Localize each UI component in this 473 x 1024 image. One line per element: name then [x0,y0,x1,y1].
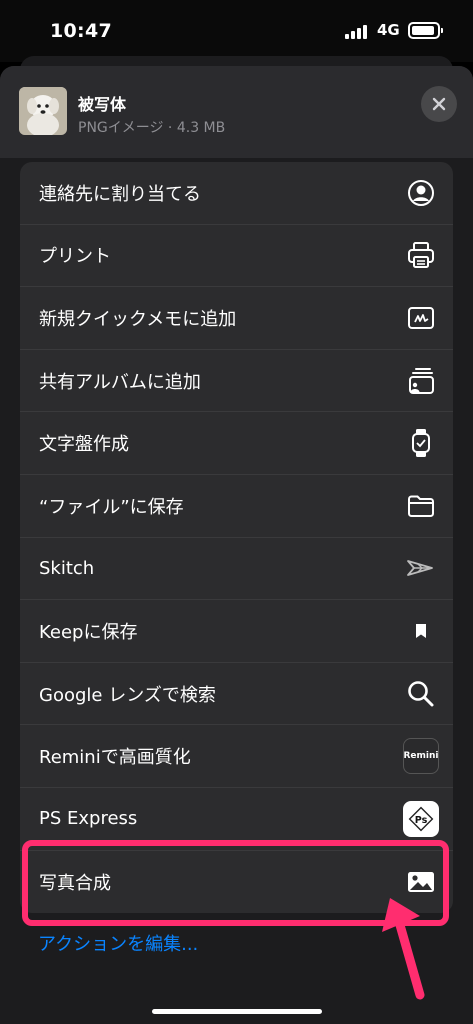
action-label: Keepに保存 [39,621,138,643]
share-sheet: 被写体 PNGイメージ · 4.3 MB 連絡先に割り当てる プリント 新規クイ… [0,66,473,1024]
action-label: 文字盤作成 [39,434,129,456]
watch-icon [403,425,439,461]
action-save-to-keep[interactable]: Keepに保存 [20,600,453,663]
close-icon [432,97,446,111]
status-time: 10:47 [50,20,112,42]
file-thumbnail [19,87,67,135]
action-google-lens[interactable]: Google レンズで検索 [20,663,453,726]
shared-album-icon [403,363,439,399]
action-assign-to-contact[interactable]: 連絡先に割り当てる [20,162,453,225]
action-label: “ファイル”に保存 [39,496,184,518]
signal-strength-icon [345,25,369,39]
person-circle-icon [403,175,439,211]
close-button[interactable] [421,86,457,122]
action-label: 連絡先に割り当てる [39,183,201,205]
action-remini[interactable]: Reminiで高画質化 Remini [20,725,453,788]
action-print[interactable]: プリント [20,225,453,288]
photo-icon [403,864,439,900]
bookmark-icon [403,613,439,649]
action-label: 共有アルバムに追加 [39,371,201,393]
action-ps-express[interactable]: PS Express Ps [20,788,453,851]
home-indicator [152,1009,322,1014]
action-label: Skitch [39,557,95,579]
action-save-to-files[interactable]: “ファイル”に保存 [20,475,453,538]
action-skitch[interactable]: Skitch [20,538,453,601]
share-sheet-header: 被写体 PNGイメージ · 4.3 MB [0,66,473,158]
action-label: PS Express [39,808,138,830]
action-label: Reminiで高画質化 [39,747,191,769]
action-quick-note[interactable]: 新規クイックメモに追加 [20,287,453,350]
action-list: 連絡先に割り当てる プリント 新規クイックメモに追加 共有アルバムに追加 文字盤… [20,162,453,914]
action-label: プリント [39,246,111,268]
action-create-watch-face[interactable]: 文字盤作成 [20,412,453,475]
remini-app-icon: Remini [403,738,439,775]
quick-note-icon [403,300,439,336]
action-label: 写真合成 [39,872,111,894]
printer-icon [403,237,439,273]
file-info: PNGイメージ · 4.3 MB [78,120,226,136]
ps-badge: Ps [415,815,428,826]
action-label: 新規クイックメモに追加 [39,308,237,330]
folder-icon [403,488,439,524]
magnifier-icon [403,676,439,712]
action-photo-composite[interactable]: 写真合成 [20,851,453,914]
ps-express-app-icon: Ps [403,800,439,837]
battery-icon [408,22,443,39]
status-bar: 10:47 4G [0,0,473,62]
network-type: 4G [377,21,400,39]
file-name: 被写体 [78,95,127,114]
action-shared-album[interactable]: 共有アルバムに追加 [20,350,453,413]
action-label: Google レンズで検索 [39,684,216,706]
skitch-arrow-icon [403,550,439,586]
remini-badge: Remini [403,738,439,775]
edit-actions-link[interactable]: アクションを編集... [38,930,198,956]
